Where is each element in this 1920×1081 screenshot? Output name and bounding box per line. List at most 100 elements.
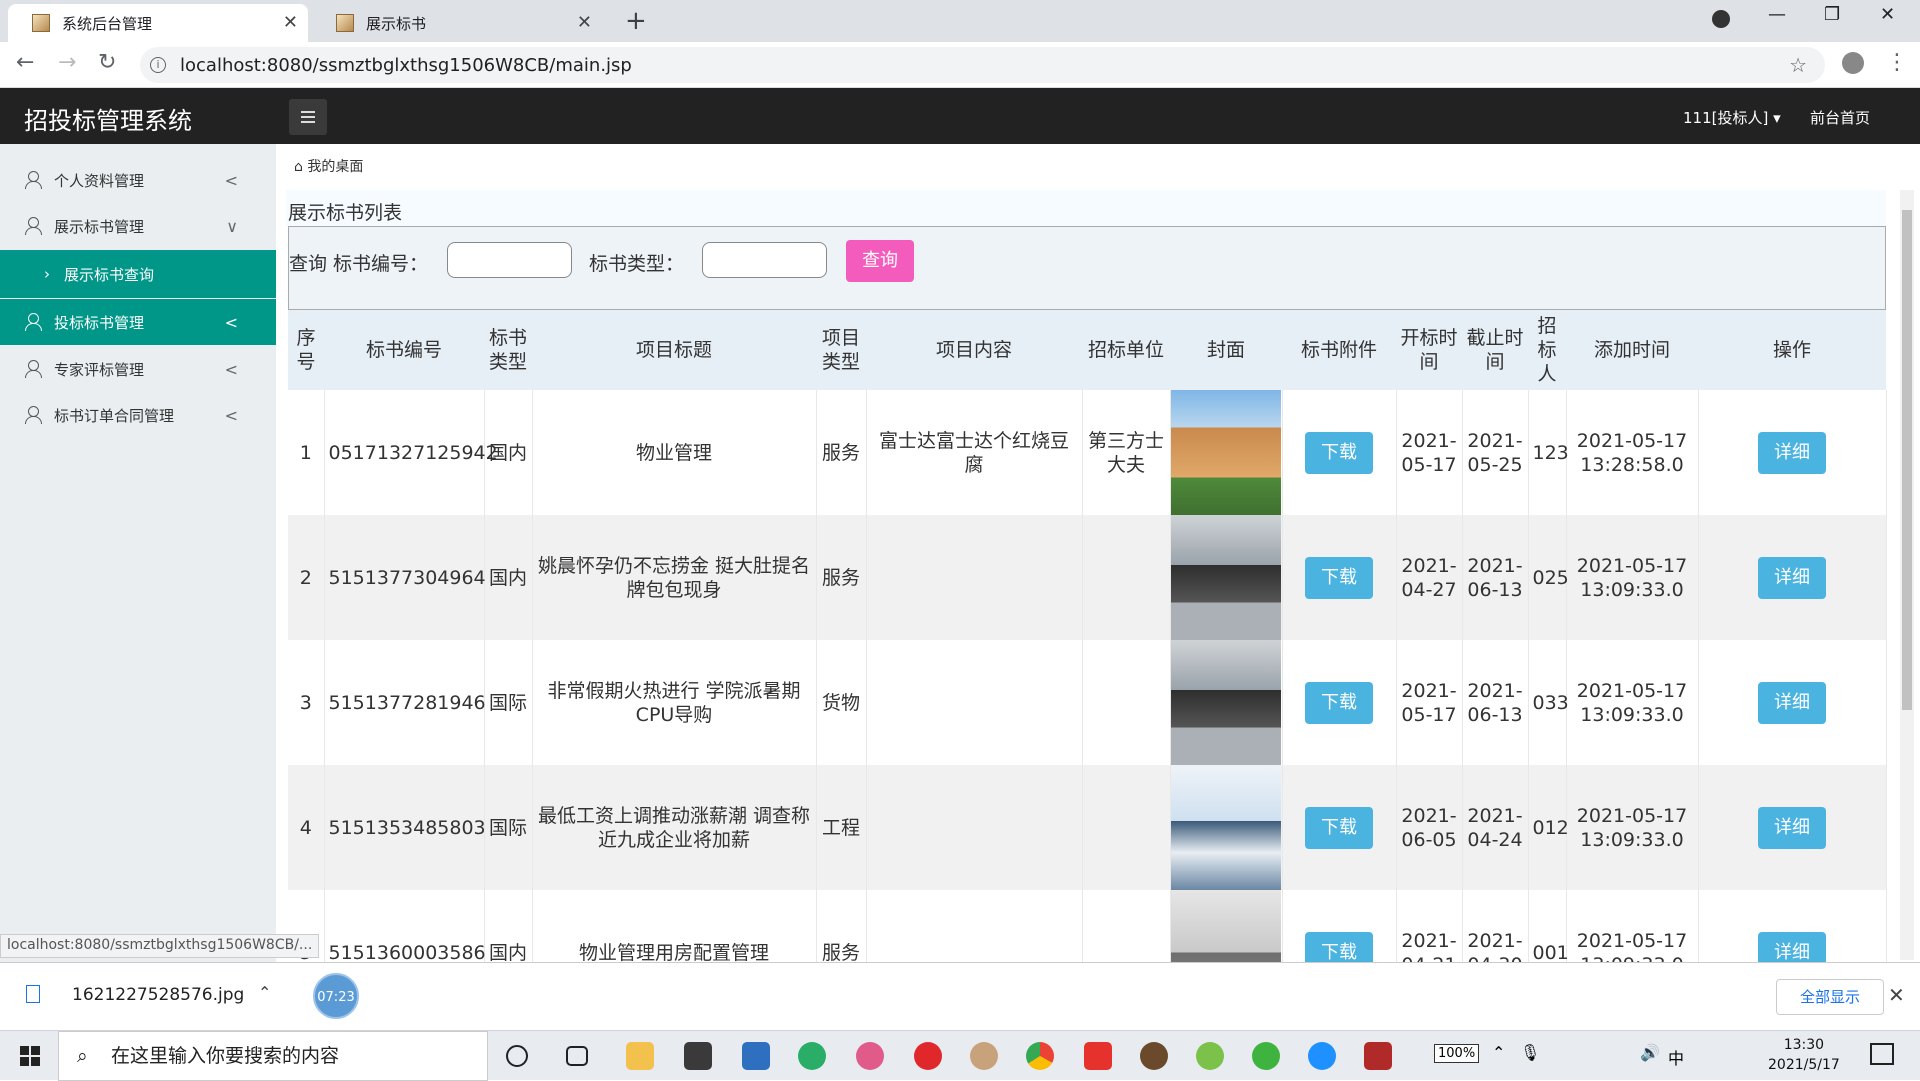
site-info-icon[interactable]: i [150,57,166,73]
battery-icon[interactable]: 100% [1434,1044,1480,1063]
cell-code: 5151353485803 [324,765,486,890]
type-input[interactable] [702,242,827,278]
cell-added: 2021-05-17 13:09:33.0 [1566,515,1699,640]
detail-button[interactable]: 详细 [1758,806,1826,849]
bookmark-star-icon[interactable]: ☆ [1789,53,1807,77]
download-button[interactable]: 下载 [1305,556,1373,599]
detail-button[interactable]: 详细 [1758,681,1826,724]
account-avatar-icon[interactable] [1842,52,1864,74]
sidebar: 个人资料管理 < 展示标书管理 ∨ › 展示标书查询 投标标书管理 < 专家评标… [0,144,276,964]
app-icon[interactable] [742,1042,770,1070]
file-explorer-icon[interactable] [626,1042,654,1070]
sidebar-item-contracts[interactable]: 标书订单合同管理 < [0,392,276,438]
cell-attachment: 下载 [1282,390,1397,515]
cover-image [1171,515,1281,640]
volume-icon[interactable]: 🔊 [1640,1043,1660,1062]
netease-music-icon[interactable] [914,1042,942,1070]
cell-cover [1170,390,1283,515]
edge-icon[interactable] [1308,1042,1336,1070]
system-clock[interactable]: 13:30 2021/5/17 [1768,1035,1840,1075]
breadcrumb[interactable]: ⌂ 我的桌面 [294,156,363,176]
sidebar-item-bid-docs[interactable]: 投标标书管理 < [0,299,276,345]
chevron-up-icon[interactable]: ⌃ [258,983,271,1002]
front-home-link[interactable]: 前台首页 [1810,107,1870,128]
restore-icon[interactable]: ❐ [1824,4,1840,25]
col-header-no: 序号 [288,310,324,390]
microphone-icon[interactable]: 🎙 [1520,1043,1540,1062]
download-button[interactable]: 下载 [1305,681,1373,724]
app-icon[interactable] [1140,1042,1168,1070]
chrome-icon[interactable] [1026,1042,1054,1070]
download-file-name[interactable]: 1621227528576.jpg [72,985,244,1005]
download-button[interactable]: 下载 [1305,431,1373,474]
user-icon [24,217,42,235]
page-favicon-icon [32,14,50,32]
col-header-close-time: 截止时间 [1462,310,1528,390]
cell-added: 2021-05-17 13:09:33.0 [1566,765,1699,890]
menu-toggle-icon[interactable] [289,99,327,135]
chevron-right-icon: › [44,265,50,283]
detail-button[interactable]: 详细 [1758,431,1826,474]
wechat-icon[interactable] [798,1042,826,1070]
cell-open-time: 2021-04-27 [1396,515,1463,640]
page-scrollbar[interactable] [1900,190,1914,960]
browser-menu-icon[interactable]: ⋮ [1886,50,1908,75]
sidebar-item-display-bids[interactable]: 展示标书管理 ∨ [0,203,276,249]
close-downloads-icon[interactable]: ✕ [1888,983,1905,1007]
cell-person: 012 [1528,765,1569,890]
new-tab-icon[interactable]: + [625,6,647,36]
cell-attachment: 下载 [1282,515,1397,640]
url-field[interactable]: i localhost:8080/ssmztbglxthsg1506W8CB/m… [140,47,1825,83]
query-button[interactable]: 查询 [846,240,914,282]
windows-start-icon[interactable] [20,1046,40,1066]
app-icon[interactable] [684,1042,712,1070]
browser-tab-admin[interactable]: 系统后台管理 ✕ [8,4,308,42]
task-view-icon[interactable] [566,1046,588,1066]
close-tab-icon[interactable]: ✕ [577,12,592,33]
sidebar-subitem-display-query[interactable]: › 展示标书查询 [0,250,276,298]
close-tab-icon[interactable]: ✕ [283,12,298,33]
code-label: 查询 标书编号： [289,253,429,275]
cortana-icon[interactable] [506,1045,528,1067]
detail-button[interactable]: 详细 [1758,556,1826,599]
browser-tab-display[interactable]: 展示标书 ✕ [312,4,602,42]
wps-icon[interactable] [1084,1042,1112,1070]
cell-type: 国际 [484,640,533,765]
clock-badge: 07:23 [313,973,359,1019]
cell-content: 富士达富士达个红烧豆腐 [866,390,1083,515]
back-icon[interactable]: ← [16,50,34,75]
cell-cover [1170,765,1283,890]
app-icon[interactable] [856,1042,884,1070]
col-header-actions: 操作 [1698,310,1886,390]
cell-close-time: 2021-05-25 [1462,390,1529,515]
panel-title: 展示标书列表 [286,190,1886,226]
app-icon[interactable] [970,1042,998,1070]
app-icon[interactable] [1252,1042,1280,1070]
app-icon[interactable] [1196,1042,1224,1070]
forward-icon[interactable]: → [58,50,76,75]
sidebar-item-profile[interactable]: 个人资料管理 < [0,157,276,203]
code-input[interactable] [447,242,572,278]
cell-open-time: 2021-06-05 [1396,765,1463,890]
user-icon [24,171,42,189]
download-button[interactable]: 下载 [1305,806,1373,849]
scrollbar-thumb[interactable] [1902,210,1912,710]
cell-title: 物业管理 [532,390,817,515]
close-window-icon[interactable]: ✕ [1880,4,1895,25]
user-menu[interactable]: 111[投标人] ▾ [1683,107,1781,128]
reload-icon[interactable]: ↻ [98,50,116,75]
taskbar-search-input[interactable]: ⌕ 在这里输入你要搜索的内容 [58,1031,488,1081]
minimize-icon[interactable]: — [1768,4,1786,25]
cell-actions: 详细 [1698,515,1887,640]
tray-expand-icon[interactable]: ⌃ [1492,1043,1505,1062]
profile-menu-icon[interactable] [1712,10,1730,28]
show-all-button[interactable]: 全部显示 [1776,979,1884,1015]
cell-content [866,640,1083,765]
sidebar-item-expert-review[interactable]: 专家评标管理 < [0,346,276,392]
windows-taskbar: ⌕ 在这里输入你要搜索的内容 100% ⌃ 🎙 🔊 中 13:30 2021/5… [0,1030,1920,1081]
notification-icon[interactable] [1870,1043,1894,1065]
ime-indicator[interactable]: 中 [1668,1045,1684,1069]
app-title: 招投标管理系统 [24,107,192,135]
address-bar-row: ← → ↻ i localhost:8080/ssmztbglxthsg1506… [0,42,1920,88]
winrar-icon[interactable] [1364,1042,1392,1070]
